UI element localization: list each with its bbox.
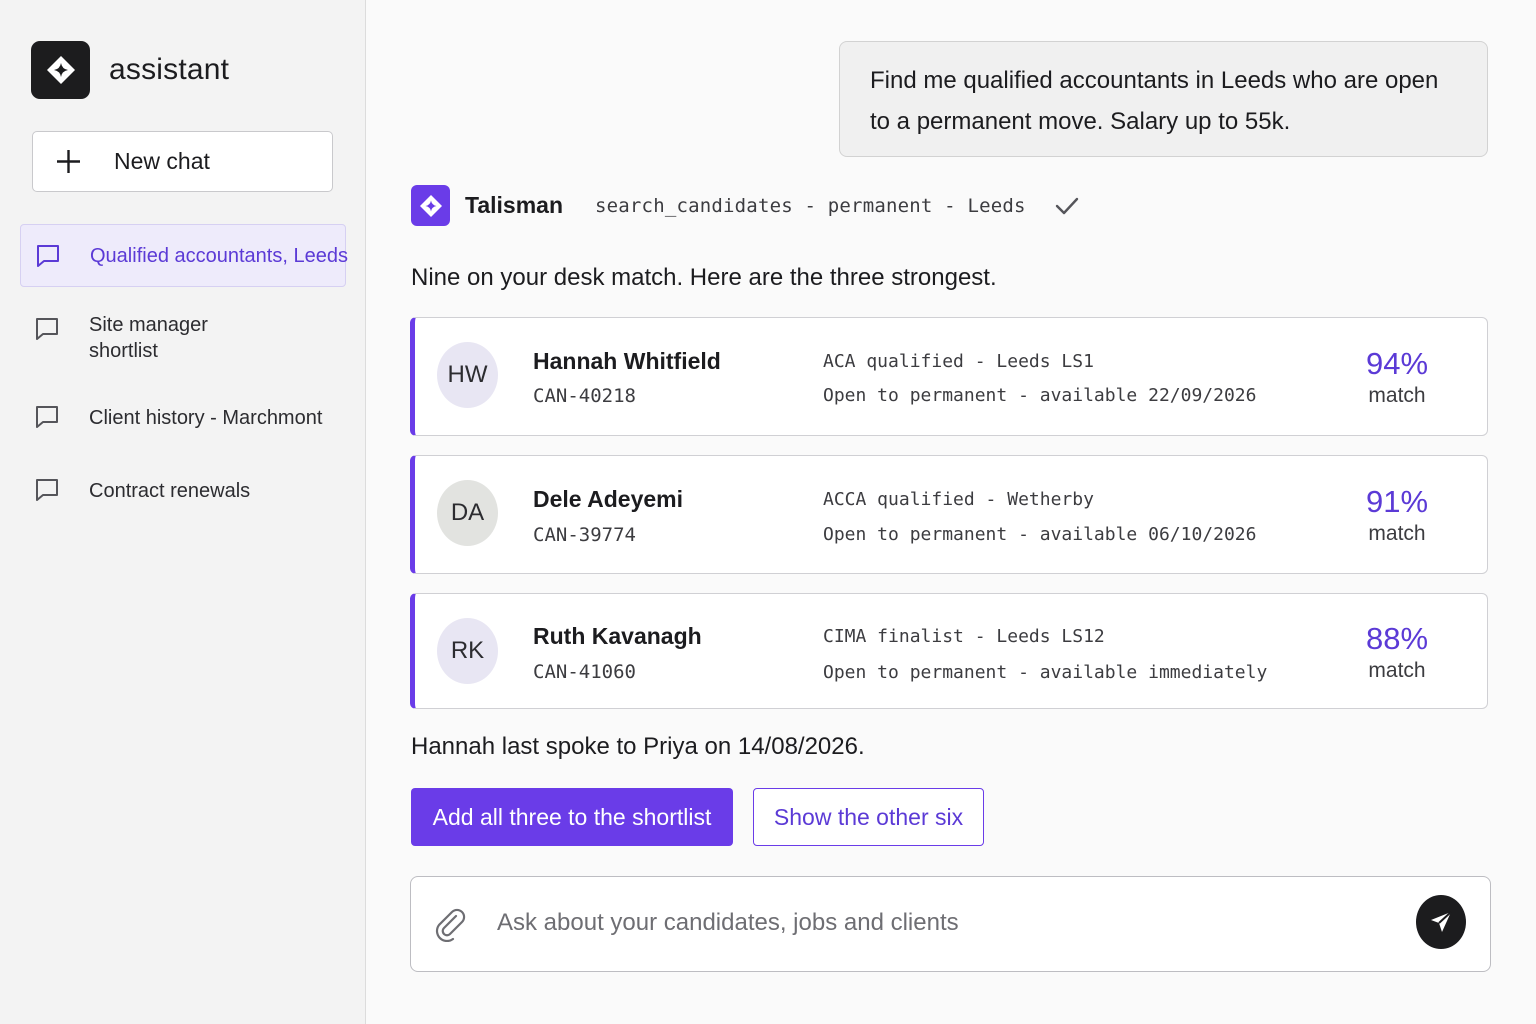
avatar: DA — [437, 480, 498, 546]
candidate-availability: Open to permanent - available 06/10/2026 — [823, 524, 1257, 545]
paperclip-icon[interactable] — [431, 904, 469, 942]
history-item-contract-renewals[interactable]: Contract renewals — [20, 471, 346, 511]
plus-icon — [56, 149, 81, 174]
chat-bubble-icon — [36, 479, 58, 501]
sparkle-logo-icon — [31, 41, 90, 99]
message-input[interactable] — [495, 899, 1379, 947]
send-button[interactable] — [1416, 895, 1466, 949]
new-chat-label: New chat — [114, 148, 210, 174]
history-item-label-line1: Site manager — [89, 314, 208, 336]
candidate-card[interactable]: HW Hannah Whitfield CAN-40218 ACA qualif… — [410, 317, 1488, 436]
candidate-availability: Open to permanent - available 22/09/2026 — [823, 385, 1257, 406]
chat-bubble-icon — [36, 406, 58, 428]
add-to-shortlist-button[interactable]: Add all three to the shortlist — [411, 788, 733, 846]
candidate-qualification: ACCA qualified - Wetherby — [823, 489, 1094, 510]
send-icon — [1431, 911, 1452, 932]
match-label: match — [1368, 659, 1426, 682]
user-message-line1: Find me qualified accountants in Leeds w… — [870, 67, 1439, 94]
candidate-card[interactable]: DA Dele Adeyemi CAN-39774 ACCA qualified… — [410, 455, 1488, 574]
user-message-line2: to a permanent move. Salary up to 55k. — [870, 108, 1291, 135]
user-message: Find me qualified accountants in Leeds w… — [839, 41, 1488, 157]
check-icon — [1054, 193, 1080, 219]
assistant-intro: Nine on your desk match. Here are the th… — [411, 264, 997, 291]
chat-bubble-icon — [36, 318, 58, 340]
avatar: HW — [437, 342, 498, 408]
candidate-name: Hannah Whitfield — [533, 348, 721, 374]
match-percentage: 88% — [1365, 621, 1429, 656]
candidate-availability: Open to permanent - available immediatel… — [823, 662, 1268, 683]
candidate-id: CAN-41060 — [533, 661, 636, 683]
sidebar: assistant New chat Qualified accountants… — [0, 0, 366, 1024]
history-item-label-line2: shortlist — [89, 340, 158, 362]
chat-bubble-icon — [37, 245, 59, 267]
history-item-site-manager[interactable]: Site manager shortlist — [20, 308, 346, 372]
history-item-client-history[interactable]: Client history - Marchmont — [20, 398, 346, 438]
match-label: match — [1368, 522, 1426, 545]
candidate-name: Ruth Kavanagh — [533, 623, 702, 649]
candidate-qualification: ACA qualified - Leeds LS1 — [823, 351, 1094, 372]
history-item-label: Qualified accountants, Leeds — [90, 245, 348, 267]
avatar: RK — [437, 618, 498, 684]
candidate-qualification: CIMA finalist - Leeds LS12 — [823, 626, 1105, 647]
match-label: match — [1368, 384, 1426, 407]
candidate-id: CAN-39774 — [533, 524, 636, 546]
tool-call-summary: search_candidates - permanent - Leeds — [595, 194, 1026, 217]
history-item-label: Contract renewals — [89, 480, 251, 502]
match-percentage: 94% — [1365, 346, 1429, 381]
history-item-qualified-accountants[interactable]: Qualified accountants, Leeds — [20, 224, 348, 287]
history-item-label: Client history - Marchmont — [89, 407, 323, 429]
new-chat-button[interactable]: New chat — [32, 131, 333, 192]
candidate-id: CAN-40218 — [533, 385, 636, 407]
composer — [410, 876, 1491, 972]
assistant-name: Talisman — [465, 192, 563, 218]
candidate-name: Dele Adeyemi — [533, 486, 683, 512]
app-name: assistant — [109, 53, 230, 86]
assistant-footnote: Hannah last spoke to Priya on 14/08/2026… — [411, 733, 865, 760]
assistant-header: Talisman search_candidates - permanent -… — [411, 185, 1080, 226]
candidate-card[interactable]: RK Ruth Kavanagh CAN-41060 CIMA finalist… — [410, 593, 1488, 709]
match-percentage: 91% — [1365, 484, 1429, 519]
show-others-button[interactable]: Show the other six — [753, 788, 984, 846]
brand: assistant — [31, 41, 229, 99]
assistant-sparkle-icon — [411, 185, 450, 226]
